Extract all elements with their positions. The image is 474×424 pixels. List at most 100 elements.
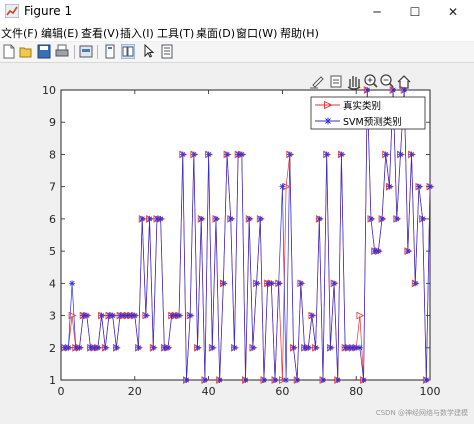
pred-point [323, 151, 330, 158]
pred-point [334, 377, 341, 383]
minimize-button[interactable]: ─ [358, 0, 396, 24]
menu-window[interactable]: 窗口(W) [236, 25, 277, 41]
pred-point [382, 151, 389, 158]
save-icon[interactable] [37, 44, 51, 59]
pred-point [187, 312, 194, 319]
pred-point [319, 377, 326, 383]
pred-point [412, 280, 419, 287]
pred-point [415, 183, 422, 190]
menu-file[interactable]: 文件(F) [1, 25, 38, 41]
legend-label-pred: SVM预测类别 [343, 116, 402, 128]
pred-point [224, 151, 231, 158]
watermark: CSDN @神经网络与数学建模 [375, 409, 468, 417]
menu-help[interactable]: 帮助(H) [280, 25, 319, 41]
menu-edit[interactable]: 编辑(E) [41, 25, 79, 41]
pred-point [268, 280, 275, 287]
plot-area [60, 89, 431, 381]
pointer-icon[interactable] [121, 44, 135, 59]
pred-point [331, 280, 338, 287]
home-icon[interactable] [397, 75, 411, 89]
menu-view[interactable]: 查看(V) [81, 25, 119, 41]
legend: 真实类别 SVM预测类别 [310, 96, 426, 130]
open-file-icon[interactable] [19, 44, 33, 59]
x-tick-label: 20 [128, 385, 142, 398]
toolbar [0, 42, 474, 63]
y-tick-label: 7 [49, 181, 56, 194]
data-tip-icon[interactable] [330, 75, 342, 88]
close-button[interactable]: ✕ [434, 0, 472, 24]
menu-tools[interactable]: 工具(T) [157, 25, 194, 41]
pred-point [249, 344, 256, 351]
print-icon[interactable] [55, 44, 69, 59]
pred-point [98, 312, 105, 319]
pred-point [397, 151, 404, 158]
y-tick-label: 4 [49, 277, 56, 290]
y-tick-label: 5 [49, 245, 56, 258]
pred-point [283, 377, 290, 383]
menu-insert[interactable]: 插入(I) [120, 25, 154, 41]
y-tick-label: 8 [49, 148, 56, 161]
pred-point [157, 215, 164, 222]
property-icon[interactable] [160, 44, 174, 59]
menu-bar: 文件(F) 编辑(E) 查看(V) 插入(I) 工具(T) 桌面(D) 窗口(W… [0, 24, 474, 41]
pred-point [209, 344, 216, 351]
pred-point [238, 151, 245, 158]
pred-point [257, 215, 264, 222]
pred-point [150, 344, 157, 351]
x-tick-label: 100 [420, 385, 441, 398]
zoom-in-icon[interactable] [364, 74, 378, 88]
pred-point [65, 344, 72, 351]
pred-point [401, 87, 408, 93]
figure-area: 1 2 3 4 5 6 7 8 9 10 0 20 40 60 80 100 真实类别 SVM预测类别 CSD… [0, 63, 474, 420]
menu-desktop[interactable]: 桌面(D) [196, 25, 235, 41]
pred-point [312, 344, 319, 351]
pred-point [113, 344, 120, 351]
link-icon[interactable] [79, 44, 93, 59]
pred-point [205, 151, 212, 158]
pan-icon[interactable] [347, 76, 361, 90]
y-tick-label: 1 [49, 374, 56, 387]
chart: 123456789100 20 40 60 80 100 真实类别 SVM预测类别 [42, 74, 441, 398]
arrow-cursor-icon[interactable] [142, 44, 156, 59]
y-tick-label: 9 [49, 116, 56, 129]
y-tick-label: 2 [49, 342, 56, 355]
toolbar-separator [74, 45, 75, 59]
x-tick-label: 40 [202, 385, 216, 398]
pred-point [69, 280, 76, 287]
pred-point [375, 248, 382, 255]
matlab-figure-icon [5, 4, 19, 18]
title-bar: Figure 1 ─ ☐ ✕ [0, 0, 474, 25]
pred-point [142, 312, 149, 319]
pred-point [179, 151, 186, 158]
brush-icon[interactable] [310, 76, 324, 89]
x-tick-label: 80 [349, 385, 363, 398]
pred-point [246, 215, 253, 222]
pred-point [272, 377, 279, 383]
axes-toolbar [310, 74, 411, 90]
pred-point [364, 87, 371, 93]
pred-point [286, 151, 293, 158]
pred-point [279, 183, 286, 190]
pred-point [135, 344, 142, 351]
panel-icon[interactable] [103, 44, 117, 59]
pred-point [231, 344, 238, 351]
window-title: Figure 1 [24, 4, 73, 18]
zoom-out-icon[interactable] [380, 74, 394, 88]
pred-point [305, 344, 312, 351]
pred-point [290, 344, 297, 351]
pred-point [297, 280, 304, 287]
pred-point [216, 377, 223, 383]
pred-point [146, 215, 153, 222]
pred-point [275, 280, 282, 287]
legend-marker-pred [324, 117, 332, 125]
pred-point [386, 183, 393, 190]
pred-point [212, 215, 219, 222]
pred-point [227, 215, 234, 222]
maximize-button[interactable]: ☐ [396, 0, 434, 24]
pred-point [131, 312, 138, 319]
y-tick-label: 6 [49, 213, 56, 226]
pred-point [190, 151, 197, 158]
new-file-icon[interactable] [2, 44, 16, 59]
x-tick-label: 0 [58, 385, 65, 398]
toolbar-separator [97, 45, 98, 59]
